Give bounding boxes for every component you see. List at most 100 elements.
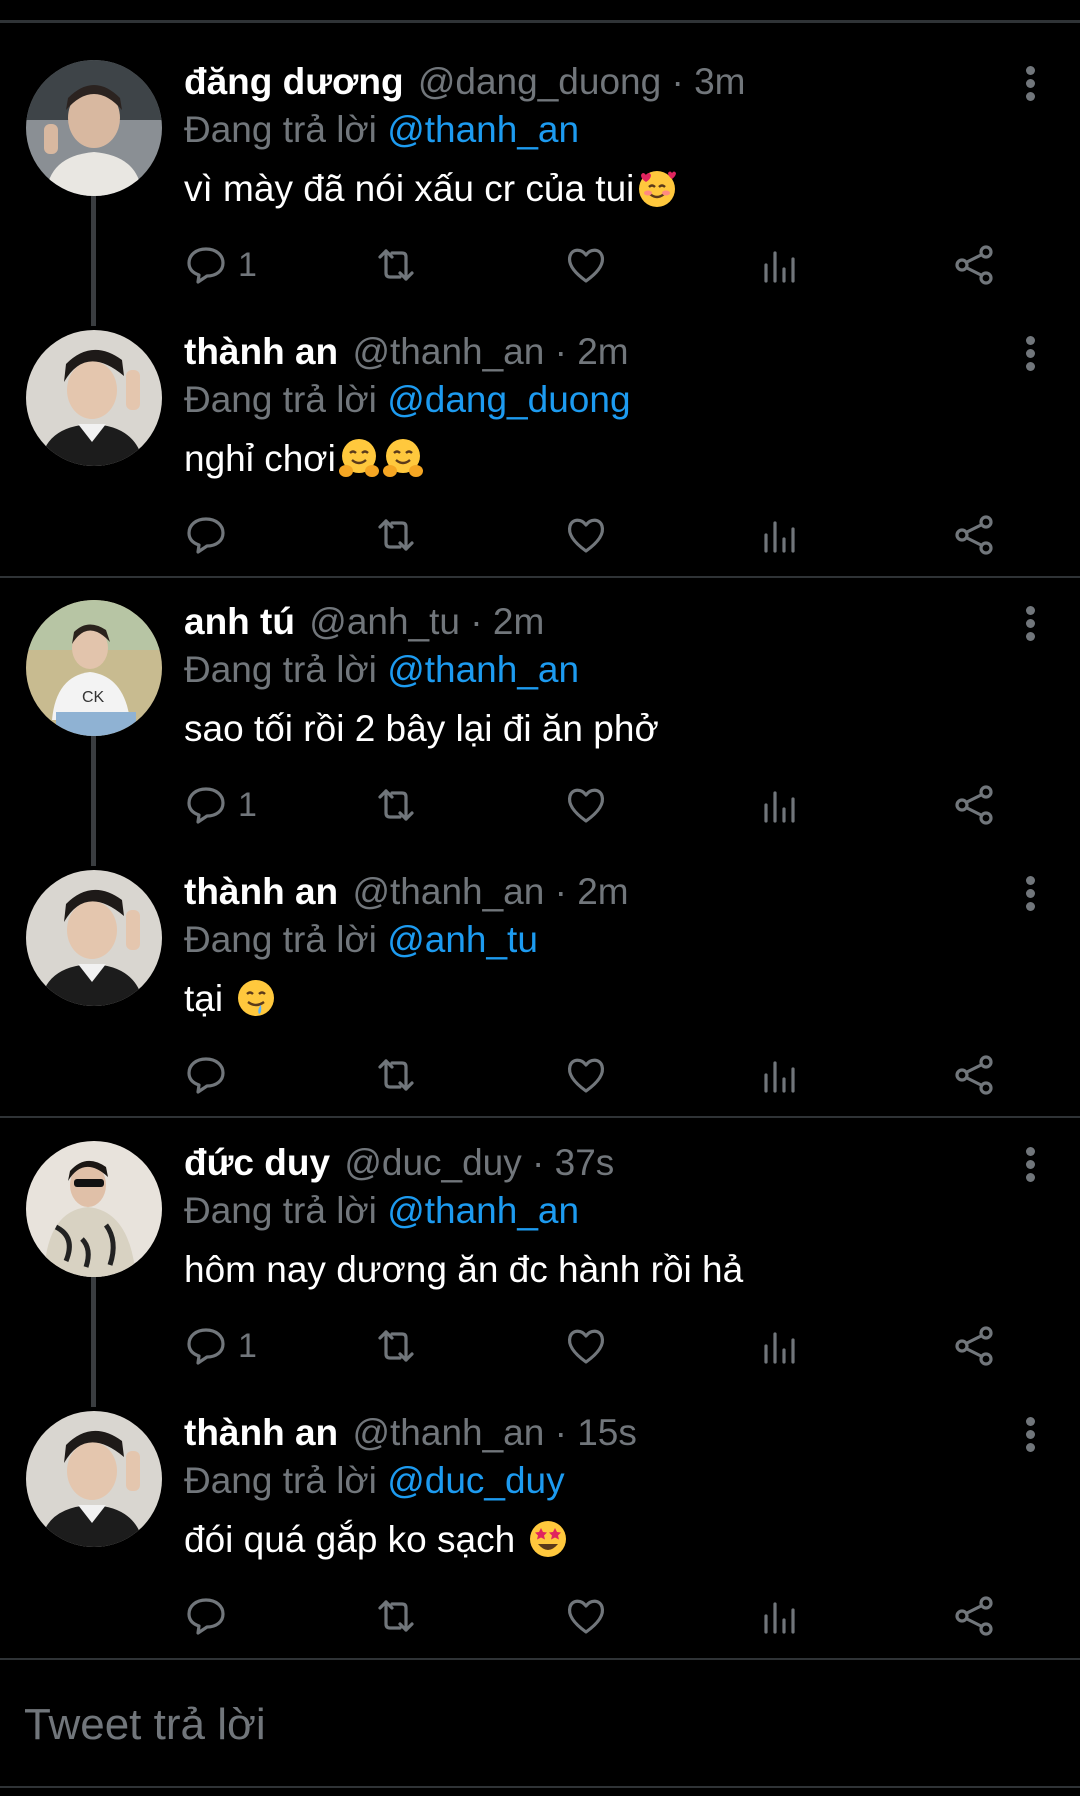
reply-count: 1: [238, 785, 257, 824]
retweet-button[interactable]: [374, 510, 418, 560]
like-button[interactable]: [564, 510, 608, 560]
retweet-button[interactable]: [374, 1591, 418, 1641]
drooling-face-icon: [238, 980, 275, 1016]
share-button[interactable]: [952, 510, 996, 560]
retweet-icon: [378, 1059, 414, 1091]
reply-button[interactable]: 1: [184, 240, 257, 290]
heart-icon: [567, 1058, 605, 1093]
avatar[interactable]: [26, 330, 162, 466]
reply-composer[interactable]: [0, 1663, 1080, 1787]
reply-count: 1: [238, 1326, 257, 1365]
avatar[interactable]: [26, 1141, 162, 1277]
tweet-text: đói quá gắp ko sạch: [184, 1517, 569, 1563]
tweet-text: sao tối rồi 2 bây lại đi ăn phở: [184, 708, 659, 749]
avatar[interactable]: [26, 870, 162, 1006]
tweet-actions: [184, 1591, 1024, 1641]
share-button[interactable]: [952, 780, 996, 830]
top-divider: [0, 20, 1080, 23]
views-button[interactable]: [758, 240, 802, 290]
views-button[interactable]: [758, 1591, 802, 1641]
tweet-header: anh tú @anh_tu · 2m: [184, 600, 544, 644]
share-icon: [955, 785, 993, 825]
views-button[interactable]: [758, 1321, 802, 1371]
more-options-icon[interactable]: [1026, 1147, 1036, 1183]
analytics-icon: [764, 791, 795, 823]
reply-input[interactable]: [22, 1699, 1026, 1751]
retweet-button[interactable]: [374, 240, 418, 290]
reply-button[interactable]: 1: [184, 780, 257, 830]
retweet-icon: [378, 1600, 414, 1632]
share-button[interactable]: [952, 240, 996, 290]
reply-context: Đang trả lời @anh_tu: [184, 919, 538, 960]
display-name[interactable]: đức duy: [184, 1142, 330, 1183]
avatar[interactable]: [26, 60, 162, 196]
reply-context: Đang trả lời @thanh_an: [184, 109, 580, 150]
hugging-face-icon: [382, 439, 423, 477]
tweet-text: nghỉ chơi: [184, 436, 424, 482]
handle: @thanh_an · 15s: [352, 1412, 637, 1453]
tweet-text: vì mày đã nói xấu cr của tui: [184, 166, 678, 212]
tweet-header: đăng dương @dang_duong · 3m: [184, 60, 745, 104]
share-button[interactable]: [952, 1050, 996, 1100]
views-button[interactable]: [758, 780, 802, 830]
retweet-icon: [378, 1330, 414, 1362]
like-button[interactable]: [564, 240, 608, 290]
thread-line: [91, 736, 96, 866]
reply-context: Đang trả lời @duc_duy: [184, 1460, 565, 1501]
retweet-button[interactable]: [374, 1321, 418, 1371]
retweet-icon: [378, 519, 414, 551]
like-button[interactable]: [564, 1050, 608, 1100]
handle: @duc_duy · 37s: [344, 1142, 615, 1183]
reply-icon: [187, 1057, 225, 1094]
retweet-icon: [378, 249, 414, 281]
mention-link[interactable]: @thanh_an: [387, 109, 579, 150]
share-button[interactable]: [952, 1591, 996, 1641]
tweet-header: đức duy @duc_duy · 37s: [184, 1141, 614, 1185]
mention-link[interactable]: @duc_duy: [387, 1460, 564, 1501]
more-options-icon[interactable]: [1026, 66, 1036, 102]
views-button[interactable]: [758, 1050, 802, 1100]
display-name[interactable]: thành an: [184, 1412, 338, 1453]
share-button[interactable]: [952, 1321, 996, 1371]
reply-button[interactable]: [184, 510, 238, 560]
svg-text:CK: CK: [82, 689, 105, 706]
avatar[interactable]: [26, 1411, 162, 1547]
mention-link[interactable]: @anh_tu: [387, 919, 538, 960]
like-button[interactable]: [564, 780, 608, 830]
views-button[interactable]: [758, 510, 802, 560]
display-name[interactable]: anh tú: [184, 601, 295, 642]
timestamp: 2m: [492, 601, 545, 642]
reply-button[interactable]: [184, 1050, 238, 1100]
avatar[interactable]: CK: [26, 600, 162, 736]
share-icon: [955, 515, 993, 555]
bottom-divider: [0, 1786, 1080, 1788]
mention-link[interactable]: @dang_duong: [387, 379, 630, 420]
handle: @thanh_an · 2m: [352, 331, 629, 372]
retweet-icon: [378, 789, 414, 821]
heart-icon: [567, 518, 605, 553]
retweet-button[interactable]: [374, 780, 418, 830]
reply-icon: [187, 1328, 225, 1365]
reply-button[interactable]: [184, 1591, 238, 1641]
reply-button[interactable]: 1: [184, 1321, 257, 1371]
display-name[interactable]: đăng dương: [184, 61, 404, 102]
more-options-icon[interactable]: [1026, 336, 1036, 372]
more-options-icon[interactable]: [1026, 876, 1036, 912]
more-options-icon[interactable]: [1026, 1417, 1036, 1453]
reply-icon: [187, 517, 225, 554]
more-options-icon[interactable]: [1026, 606, 1036, 642]
mention-link[interactable]: @thanh_an: [387, 1190, 579, 1231]
display-name[interactable]: thành an: [184, 331, 338, 372]
like-button[interactable]: [564, 1591, 608, 1641]
tweet-actions: 1: [184, 240, 1024, 290]
retweet-button[interactable]: [374, 1050, 418, 1100]
like-button[interactable]: [564, 1321, 608, 1371]
reply-context: Đang trả lời @thanh_an: [184, 649, 580, 690]
analytics-icon: [764, 1061, 795, 1093]
mention-link[interactable]: @thanh_an: [387, 649, 579, 690]
handle: @dang_duong · 3m: [417, 61, 746, 102]
timestamp: 37s: [554, 1142, 615, 1183]
analytics-icon: [764, 521, 795, 553]
handle: @thanh_an · 2m: [352, 871, 629, 912]
display-name[interactable]: thành an: [184, 871, 338, 912]
